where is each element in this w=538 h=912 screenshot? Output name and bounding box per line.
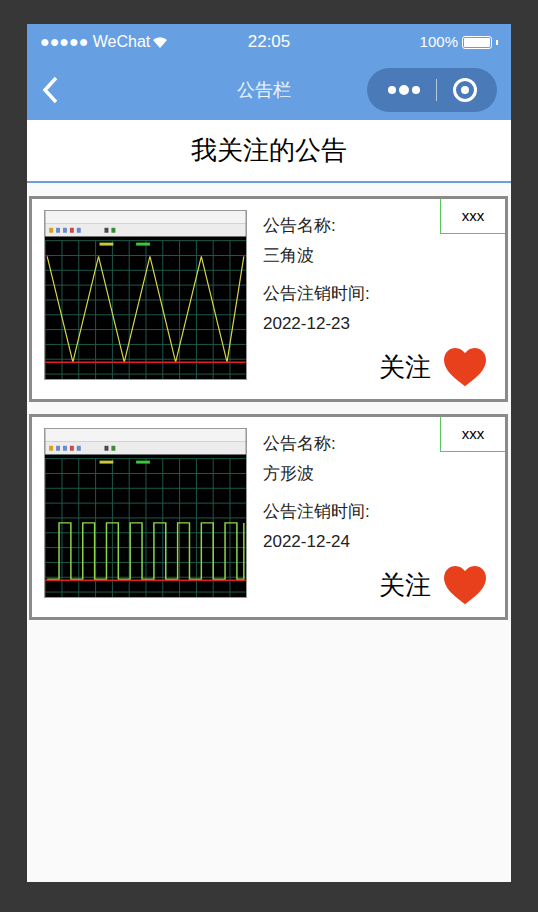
wifi-icon	[152, 36, 168, 49]
oscilloscope-window	[45, 211, 246, 379]
phone-frame: ●●●●● WeChat 22:05 100% 公告栏	[27, 24, 511, 882]
nav-title: 公告栏	[237, 77, 291, 104]
follow-label[interactable]: 关注	[379, 568, 431, 602]
carrier-text: ●●●●● WeChat	[40, 30, 150, 54]
notice-card[interactable]: 公告名称:三角波公告注销时间:2022-12-23关注xxx	[29, 196, 508, 402]
heart-icon[interactable]	[443, 347, 487, 387]
page-title: 我关注的公告	[191, 131, 347, 170]
tag-text: xxx	[462, 205, 485, 228]
notice-tag: xxx	[440, 417, 505, 452]
notice-name: 方形波	[263, 459, 487, 489]
heart-icon[interactable]	[443, 565, 487, 605]
status-bar: ●●●●● WeChat 22:05 100%	[27, 24, 511, 60]
notice-list: 公告名称:三角波公告注销时间:2022-12-23关注xxx公告名称:方形波公告…	[27, 183, 511, 620]
close-circle-icon[interactable]	[452, 77, 478, 103]
more-icon[interactable]	[387, 85, 421, 95]
notice-info: 公告名称:三角波公告注销时间:2022-12-23关注	[263, 210, 487, 387]
battery-text: 100%	[420, 31, 458, 54]
time-label: 公告注销时间:	[263, 279, 487, 309]
notice-card[interactable]: 公告名称:方形波公告注销时间:2022-12-24关注xxx	[29, 414, 508, 620]
notice-name: 三角波	[263, 241, 487, 271]
tag-text: xxx	[462, 423, 485, 446]
capsule-menu[interactable]	[367, 68, 497, 112]
follow-label[interactable]: 关注	[379, 350, 431, 384]
follow-row[interactable]: 关注	[263, 565, 487, 605]
back-button[interactable]	[41, 76, 161, 104]
nav-bar: 公告栏	[27, 60, 511, 120]
battery-tip	[496, 40, 498, 45]
notice-time: 2022-12-24	[263, 527, 487, 557]
battery-fill	[464, 38, 490, 47]
time-label: 公告注销时间:	[263, 497, 487, 527]
carrier: ●●●●● WeChat	[40, 30, 190, 54]
notice-time: 2022-12-23	[263, 309, 487, 339]
top-bar: ●●●●● WeChat 22:05 100% 公告栏	[27, 24, 511, 120]
notice-tag: xxx	[440, 199, 505, 234]
waveform-screenshot	[44, 210, 247, 380]
page-header: 我关注的公告	[27, 120, 511, 183]
follow-row[interactable]: 关注	[263, 347, 487, 387]
battery: 100%	[348, 31, 498, 54]
notice-info: 公告名称:方形波公告注销时间:2022-12-24关注	[263, 428, 487, 605]
waveform-screenshot	[44, 428, 247, 598]
square-wave	[47, 523, 244, 579]
triangle-wave	[47, 256, 244, 362]
capsule-divider	[436, 79, 437, 101]
battery-track	[462, 36, 492, 49]
clock: 22:05	[248, 29, 291, 55]
back-arrow-icon	[41, 76, 59, 104]
oscilloscope-window	[45, 429, 246, 597]
